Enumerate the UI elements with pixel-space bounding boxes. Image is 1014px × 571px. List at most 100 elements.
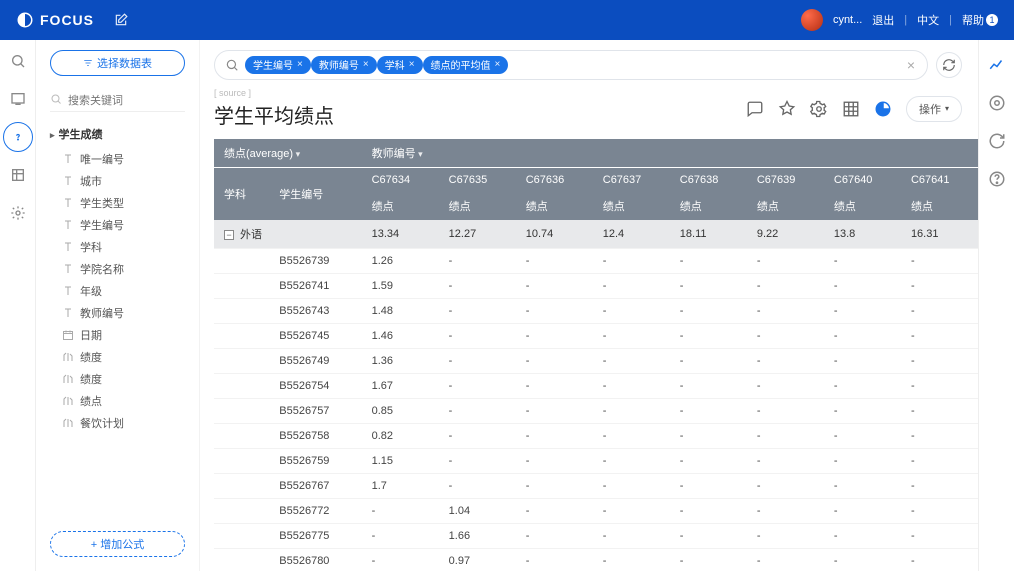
query-pill[interactable]: 绩点的平均值× [423, 56, 509, 74]
field-item[interactable]: 学院名称 [50, 258, 189, 280]
add-formula-button[interactable]: + 增加公式 [50, 531, 185, 557]
remove-pill-icon[interactable]: × [409, 59, 415, 70]
config-icon[interactable] [988, 94, 1006, 112]
comment-icon[interactable] [746, 100, 764, 118]
field-type-icon [62, 307, 74, 319]
query-pill[interactable]: 学科× [377, 56, 423, 74]
select-source-button[interactable]: 选择数据表 [50, 50, 185, 76]
field-type-icon [62, 373, 74, 385]
right-rail [978, 40, 1014, 571]
table-row[interactable]: B55267580.82------- [214, 424, 978, 449]
remove-pill-icon[interactable]: × [363, 59, 369, 70]
query-pill[interactable]: 教师编号× [311, 56, 377, 74]
corner-subject[interactable]: 学科 [214, 168, 269, 221]
table-row[interactable]: B55267391.26------- [214, 249, 978, 274]
field-tree: 学生成绩 唯一编号城市学生类型学生编号学科学院名称年级教师编号日期绩度绩度绩点餐… [36, 116, 199, 521]
field-search-input[interactable] [50, 90, 185, 112]
search-icon [50, 93, 62, 105]
group-header[interactable]: 教师编号 [372, 148, 423, 160]
nav-board-icon[interactable] [9, 90, 27, 108]
pin-icon[interactable] [778, 100, 796, 118]
teacher-col[interactable]: C67640 [824, 168, 901, 193]
field-item[interactable]: 绩度 [50, 368, 189, 390]
help-icon[interactable] [988, 170, 1006, 188]
field-type-icon [62, 329, 74, 341]
metric-header[interactable]: 绩点(average) [224, 148, 300, 160]
table-view-icon[interactable] [842, 100, 860, 118]
remove-pill-icon[interactable]: × [495, 59, 501, 70]
table-row[interactable]: B55267411.59------- [214, 274, 978, 299]
table-row[interactable]: B55267431.48------- [214, 299, 978, 324]
teacher-col[interactable]: C67639 [747, 168, 824, 193]
refresh-button[interactable] [936, 52, 962, 78]
lang-link[interactable]: 中文 [917, 12, 939, 28]
table-row[interactable]: B5526780-0.97------ [214, 549, 978, 571]
field-type-icon [62, 153, 74, 165]
teacher-col[interactable]: C67636 [516, 168, 593, 193]
nav-data-icon[interactable] [9, 166, 27, 184]
username[interactable]: cynt... [833, 14, 862, 26]
field-item[interactable]: 学生编号 [50, 214, 189, 236]
field-item[interactable]: 年级 [50, 280, 189, 302]
query-bar: 学生编号×教师编号×学科×绩点的平均值× × [200, 40, 978, 84]
table-row[interactable]: B5526775-1.66------ [214, 524, 978, 549]
field-item[interactable]: 学科 [50, 236, 189, 258]
table-row[interactable]: B55267591.15------- [214, 449, 978, 474]
nav-rail [0, 40, 36, 571]
teacher-col[interactable]: C67634 [362, 168, 439, 193]
field-item[interactable]: 学生类型 [50, 192, 189, 214]
teacher-col[interactable]: C67641 [901, 168, 978, 193]
teacher-col[interactable]: C67637 [593, 168, 670, 193]
fields-sidebar: 选择数据表 学生成绩 唯一编号城市学生类型学生编号学科学院名称年级教师编号日期绩… [36, 40, 200, 571]
teacher-col[interactable]: C67635 [439, 168, 516, 193]
pivot-table[interactable]: 绩点(average) 教师编号 学科 学生编号 C67634C67635C67… [214, 139, 978, 571]
search-icon [225, 58, 239, 72]
collapse-icon[interactable]: − [224, 230, 234, 240]
avatar[interactable] [801, 9, 823, 31]
field-item[interactable]: 绩点 [50, 390, 189, 412]
logout-link[interactable]: 退出 [872, 12, 894, 28]
table-row[interactable]: B55267491.36------- [214, 349, 978, 374]
tree-root[interactable]: 学生成绩 [50, 126, 189, 142]
query-box[interactable]: 学生编号×教师编号×学科×绩点的平均值× × [214, 50, 928, 80]
topbar: FOCUS cynt... 退出 | 中文 | 帮助 1 [0, 0, 1014, 40]
chart-view-icon[interactable] [874, 100, 892, 118]
nav-settings-icon[interactable] [9, 204, 27, 222]
edit-icon[interactable] [114, 13, 128, 27]
table-row[interactable]: B55267451.46------- [214, 324, 978, 349]
app-name: FOCUS [40, 12, 94, 28]
field-type-icon [62, 219, 74, 231]
help-link[interactable]: 帮助 1 [962, 12, 998, 28]
field-item[interactable]: 城市 [50, 170, 189, 192]
field-item[interactable]: 日期 [50, 324, 189, 346]
reload-icon[interactable] [988, 132, 1006, 150]
table-row[interactable]: B5526772-1.04------ [214, 499, 978, 524]
field-item[interactable]: 唯一编号 [50, 148, 189, 170]
page-title: 学生平均绩点 [214, 100, 334, 129]
field-type-icon [62, 263, 74, 275]
teacher-col[interactable]: C67638 [670, 168, 747, 193]
table-row[interactable]: B55267541.67------- [214, 374, 978, 399]
field-type-icon [62, 417, 74, 429]
remove-pill-icon[interactable]: × [297, 59, 303, 70]
chart-switch-icon[interactable] [988, 56, 1006, 74]
main: 学生编号×教师编号×学科×绩点的平均值× × [ source ] 学生平均绩点… [200, 40, 978, 571]
app-logo: FOCUS [16, 11, 94, 29]
table-row[interactable]: B55267671.7------- [214, 474, 978, 499]
field-item[interactable]: 餐饮计划 [50, 412, 189, 434]
breadcrumb: [ source ] [214, 88, 334, 98]
summary-row[interactable]: −外语13.3412.2710.7412.418.119.2213.816.31 [214, 220, 978, 249]
corner-student[interactable]: 学生编号 [269, 168, 361, 221]
nav-search-icon[interactable] [9, 52, 27, 70]
field-item[interactable]: 绩度 [50, 346, 189, 368]
field-item[interactable]: 教师编号 [50, 302, 189, 324]
field-type-icon [62, 197, 74, 209]
clear-query-icon[interactable]: × [903, 57, 919, 73]
operations-button[interactable]: 操作▾ [906, 96, 962, 122]
nav-question-icon[interactable] [9, 128, 27, 146]
field-type-icon [62, 351, 74, 363]
settings-icon[interactable] [810, 100, 828, 118]
field-type-icon [62, 285, 74, 297]
query-pill[interactable]: 学生编号× [245, 56, 311, 74]
table-row[interactable]: B55267570.85------- [214, 399, 978, 424]
